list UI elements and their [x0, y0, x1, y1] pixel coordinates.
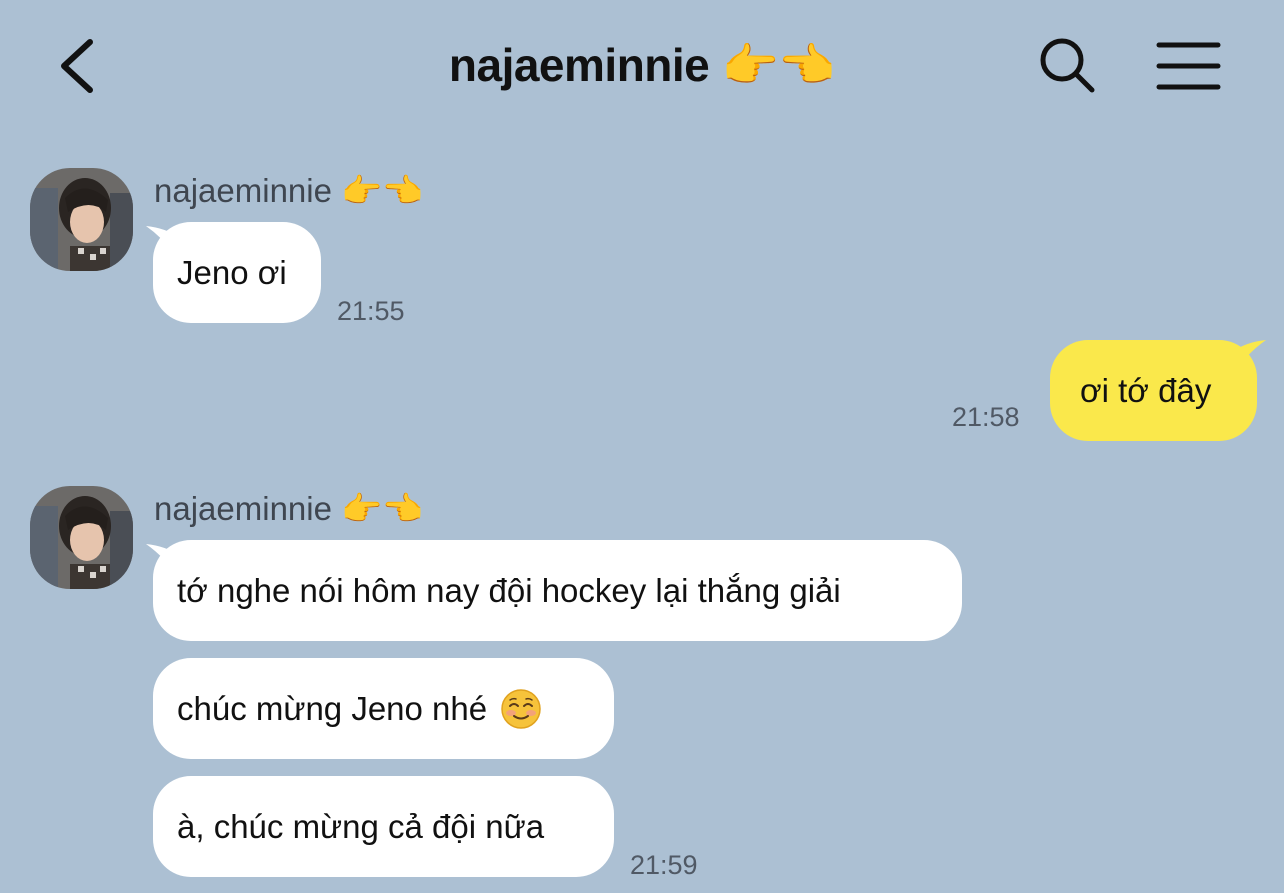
sender-name: najaeminnie 👉👈 — [154, 172, 424, 209]
menu-button[interactable] — [1154, 36, 1224, 96]
message-text: à, chúc mừng cả đội nữa — [177, 807, 545, 845]
message-bubble[interactable]: Jeno ơi — [153, 222, 321, 323]
message-bubble[interactable]: chúc mừng Jeno nhé — [153, 658, 614, 759]
sender-name: najaeminnie 👉👈 — [154, 490, 424, 527]
message-bubble-outgoing[interactable]: ơi tớ đây — [1050, 340, 1257, 441]
message-text: ơi tớ đây — [1080, 371, 1212, 409]
hamburger-menu-icon — [1156, 42, 1221, 90]
message-text: tớ nghe nói hôm nay đội hockey lại thắng… — [177, 571, 841, 609]
message-text: chúc mừng Jeno nhé — [177, 689, 488, 727]
smiling-face-icon — [501, 688, 541, 729]
search-icon — [1040, 38, 1095, 93]
avatar[interactable] — [30, 486, 133, 589]
message-time: 21:55 — [337, 296, 405, 326]
message-time: 21:58 — [952, 402, 1020, 432]
chat-header: najaeminnie 👉👈 — [0, 0, 1284, 135]
search-button[interactable] — [1034, 32, 1100, 98]
message-bubble[interactable]: à, chúc mừng cả đội nữa — [153, 776, 614, 877]
avatar[interactable] — [30, 168, 133, 271]
bubble-tail — [1232, 340, 1266, 376]
message-time: 21:59 — [630, 850, 698, 880]
message-bubble[interactable]: tớ nghe nói hôm nay đội hockey lại thắng… — [153, 540, 962, 641]
message-text: Jeno ơi — [177, 253, 287, 291]
